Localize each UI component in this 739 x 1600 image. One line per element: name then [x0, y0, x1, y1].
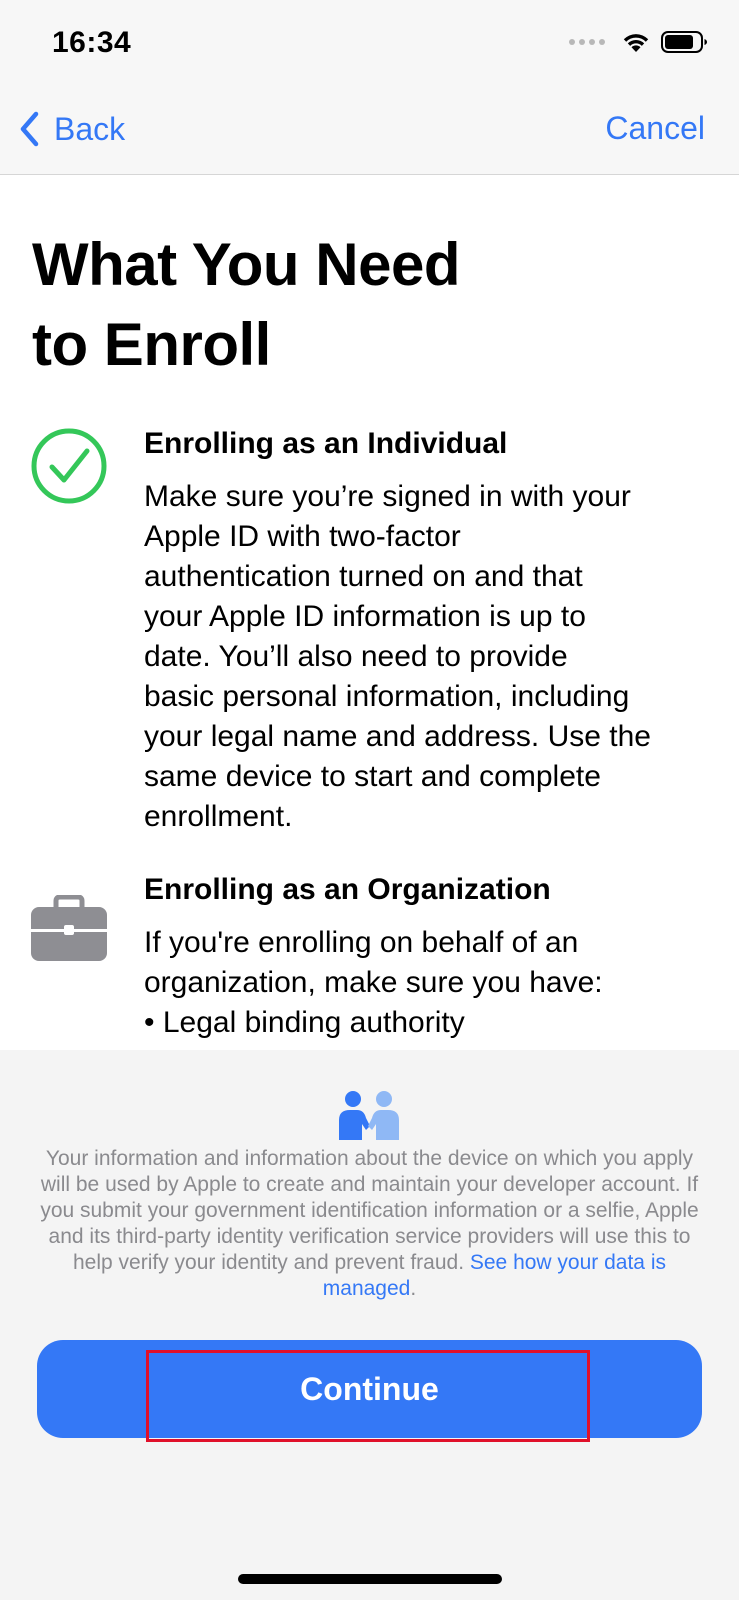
section-heading-individual: Enrolling as an Individual	[144, 427, 508, 460]
page-title: What You Need to Enroll	[32, 225, 652, 385]
status-time: 16:34	[52, 26, 132, 59]
chevron-left-icon	[18, 110, 40, 148]
wifi-icon	[623, 34, 649, 52]
content-scroll-area[interactable]: What You Need to Enroll Enrolling as an …	[0, 175, 739, 1051]
back-button[interactable]: Back	[18, 110, 125, 148]
back-label: Back	[54, 110, 126, 147]
footer-panel: Your information and information about t…	[0, 1050, 739, 1600]
page-title-line-2: to Enroll	[32, 311, 271, 378]
status-icons	[569, 30, 709, 54]
body-line: • Legal binding authority	[144, 1006, 465, 1039]
section-body-individual: Make sure you’re signed in with your App…	[144, 477, 716, 837]
section-heading-organization: Enrolling as an Organization	[144, 873, 551, 906]
body-line: authentication turned on and that	[144, 560, 583, 593]
body-line: your Apple ID information is up to	[144, 600, 586, 633]
section-body-organization: If you're enrolling on behalf of an orga…	[144, 923, 716, 1043]
privacy-notice-period: .	[410, 1277, 417, 1300]
page-title-line-1: What You Need	[32, 231, 460, 298]
navigation-bar: Back Cancel	[0, 90, 739, 175]
status-bar: 16:34	[0, 0, 739, 90]
body-line: date. You’ll also need to provide	[144, 640, 568, 673]
checkmark-circle-icon	[30, 427, 108, 510]
body-line: If you're enrolling on behalf of an	[144, 926, 579, 959]
cellular-signal-icon	[569, 39, 605, 45]
body-line: Make sure you’re signed in with your	[144, 480, 631, 513]
body-line: same device to start and complete	[144, 760, 601, 793]
body-line: Apple ID with two-factor	[144, 520, 461, 553]
enroll-screen: 16:34 Back Cancel What You Need to Enrol…	[0, 0, 739, 1600]
body-line: basic personal information, including	[144, 680, 630, 713]
body-line: enrollment.	[144, 800, 293, 833]
cancel-button[interactable]: Cancel	[605, 110, 705, 147]
privacy-handshake-icon	[338, 1090, 400, 1145]
briefcase-icon	[30, 894, 108, 968]
continue-button[interactable]: Continue	[37, 1340, 702, 1438]
body-line: organization, make sure you have:	[144, 966, 603, 999]
privacy-notice: Your information and information about t…	[38, 1146, 701, 1302]
body-line: your legal name and address. Use the	[144, 720, 651, 753]
home-indicator[interactable]	[238, 1574, 502, 1584]
battery-icon	[661, 31, 707, 53]
